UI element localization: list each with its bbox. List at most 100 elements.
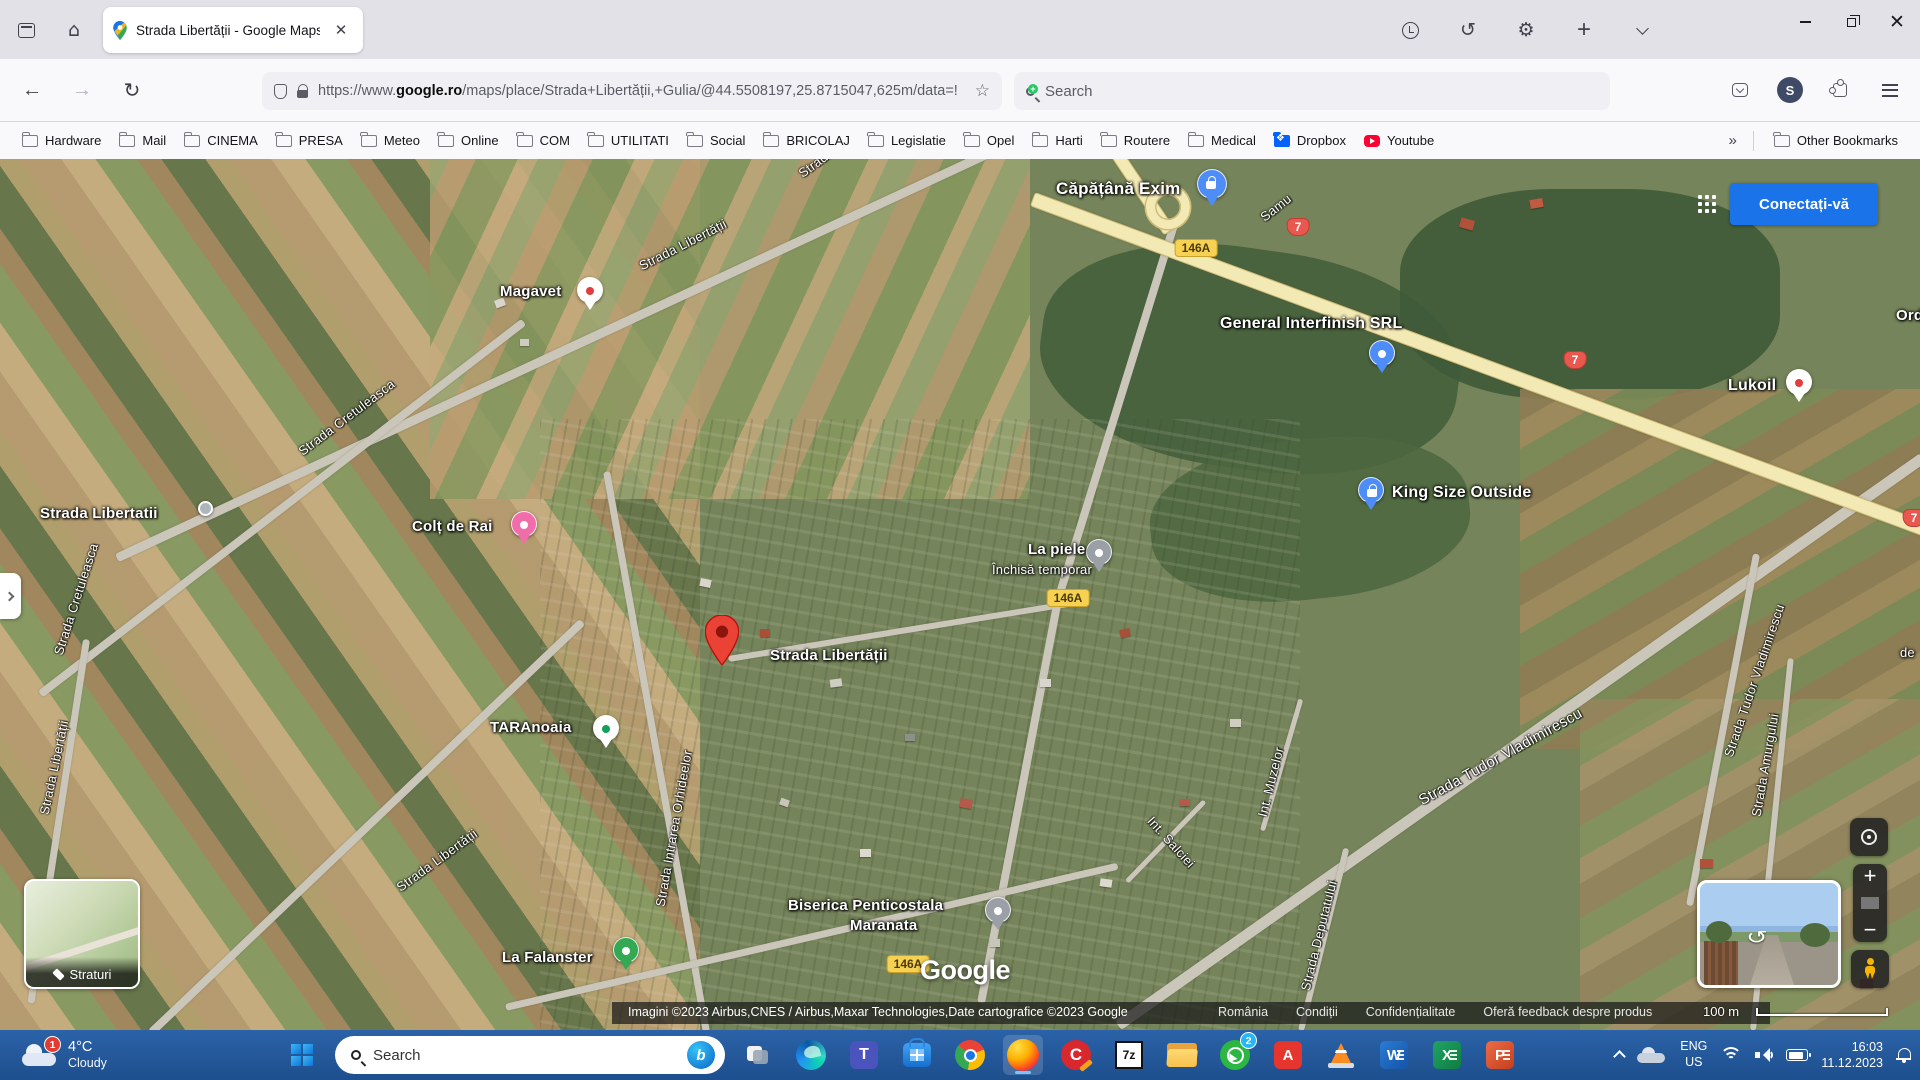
poi-label[interactable]: Maranata [850,917,917,934]
poi-label[interactable]: Biserica Penticostala [788,897,943,914]
taskbar-clock[interactable]: 16:0311.12.2023 [1821,1039,1883,1072]
bookmarks-overflow-chevron[interactable]: » [1723,132,1741,149]
signin-button[interactable]: Conectați-vă [1730,183,1878,225]
side-panel-expand-tab[interactable] [0,573,21,619]
firefox-view-icon[interactable] [8,12,44,48]
poi-label[interactable]: Strada Libertatii [40,505,158,522]
chrome-app[interactable] [950,1035,990,1075]
bookmark-item[interactable]: BRICOLAJ [755,129,858,152]
home-icon[interactable]: ⌂ [56,12,92,48]
file-explorer-app[interactable] [1162,1035,1202,1075]
lock-icon[interactable] [297,90,308,98]
edge-app[interactable] [791,1035,831,1075]
poi-label[interactable]: King Size Outside [1392,484,1531,502]
clock-icon[interactable] [1392,12,1428,48]
bookmark-star-icon[interactable]: ☆ [975,81,990,101]
bookmark-item[interactable]: Opel [956,129,1022,152]
window-close-button[interactable]: ✕ [1874,0,1920,44]
zoom-in-button[interactable]: + [1864,859,1877,893]
map-pin[interactable] [1197,169,1227,199]
map-pin[interactable] [198,501,213,516]
map-canvas[interactable]: StradaStrada LibertățiiSamuStrada Cretul… [0,159,1920,1030]
map-pin[interactable] [1358,477,1384,503]
attribution-link[interactable]: Oferă feedback despre produs [1483,1005,1652,1019]
poi-label[interactable]: de [1900,645,1915,660]
new-tab-button[interactable]: + [1566,12,1602,48]
pocket-icon[interactable] [1722,72,1758,108]
bookmark-item[interactable]: Legislatie [860,129,954,152]
bookmark-item[interactable]: Mail [111,129,174,152]
map-pin[interactable] [593,715,619,741]
excel-app[interactable]: X [1427,1035,1467,1075]
map-pin[interactable] [613,937,639,963]
zoom-out-button[interactable]: − [1864,913,1877,947]
forward-icon[interactable]: → [64,72,100,108]
layers-control[interactable]: Straturi [24,879,140,989]
bookmark-item[interactable]: Routere [1093,129,1178,152]
bookmark-item[interactable]: Medical [1180,129,1264,152]
onedrive-icon[interactable] [1637,1047,1667,1063]
bookmark-item[interactable]: Online [430,129,507,152]
notification-bell-icon[interactable] [1896,1047,1912,1063]
menu-hamburger-icon[interactable] [1872,72,1908,108]
battery-icon[interactable] [1786,1049,1808,1061]
bookmark-item[interactable]: COM [509,129,578,152]
history-icon[interactable]: ↺ [1450,12,1486,48]
window-restore-button[interactable] [1828,0,1874,44]
settings-gear-icon[interactable]: ⚙ [1508,12,1544,48]
bookmark-item[interactable]: UTILITATI [580,129,677,152]
url-text[interactable]: https://www.google.ro/maps/place/Strada+… [318,83,965,99]
attribution-link[interactable]: Confidențialitate [1366,1005,1456,1019]
account-avatar[interactable]: S [1772,72,1808,108]
bookmark-item[interactable]: Hardware [14,129,109,152]
powerpoint-app[interactable]: P [1480,1035,1520,1075]
whatsapp-app[interactable]: 2 [1215,1035,1255,1075]
acrobat-app[interactable]: A [1268,1035,1308,1075]
street-view-preview[interactable]: ↺ [1697,880,1841,988]
taskbar-search[interactable]: Search b [335,1036,725,1074]
firefox-app-active[interactable] [1003,1035,1043,1075]
poi-label[interactable]: Închisă temporar [992,562,1092,577]
reload-icon[interactable]: ↻ [114,72,150,108]
tracking-shield-icon[interactable] [274,84,287,99]
poi-label[interactable]: Căpățână Exim [1056,179,1180,199]
other-bookmarks[interactable]: Other Bookmarks [1766,129,1906,152]
bookmark-item[interactable]: Social [679,129,753,152]
pegman-button[interactable] [1851,950,1889,988]
map-pin[interactable] [577,277,603,303]
language-indicator[interactable]: ENGUS [1680,1039,1707,1070]
start-button[interactable] [282,1035,322,1075]
poi-label[interactable]: Magavet [500,283,561,300]
window-minimize-button[interactable] [1782,0,1828,44]
word-app[interactable]: W [1374,1035,1414,1075]
bookmark-item[interactable]: Meteo [353,129,428,152]
tab-list-chevron-icon[interactable] [1624,12,1660,48]
tab-close-icon[interactable]: ✕ [329,18,353,42]
bookmark-item[interactable]: CINEMA [176,129,266,152]
poi-label[interactable]: General Interfinish SRL [1220,315,1402,333]
poi-label[interactable]: Colț de Rai [412,518,493,535]
bookmark-item[interactable]: PRESA [268,129,351,152]
poi-label[interactable]: Strada Libertății [770,647,888,664]
bookmark-item[interactable]: Youtube [1356,129,1442,152]
wifi-icon[interactable] [1720,1047,1742,1063]
microsoft-store-app[interactable] [897,1035,937,1075]
extensions-icon[interactable] [1822,72,1858,108]
weather-widget[interactable]: 1 4°C Cloudy [14,1034,115,1076]
map-pin[interactable] [1786,369,1812,395]
back-icon[interactable]: ← [14,72,50,108]
attribution-link[interactable]: Condiții [1296,1005,1338,1019]
vlc-app[interactable] [1321,1035,1361,1075]
map-pin[interactable] [985,897,1011,923]
my-location-button[interactable] [1850,818,1888,856]
bookmark-item[interactable]: Dropbox [1266,129,1354,152]
poi-label[interactable]: Lukoil [1728,377,1776,395]
google-apps-grid-icon[interactable] [1698,195,1716,213]
teams-app[interactable]: T [844,1035,884,1075]
bookmark-item[interactable]: Harti [1024,129,1090,152]
poi-label[interactable]: TARAnoaia [490,719,572,736]
map-pin[interactable] [511,511,537,537]
poi-label[interactable]: La Falanster [502,949,593,966]
ccleaner-app[interactable]: C [1056,1035,1096,1075]
poi-label[interactable]: Ord [1896,307,1920,324]
